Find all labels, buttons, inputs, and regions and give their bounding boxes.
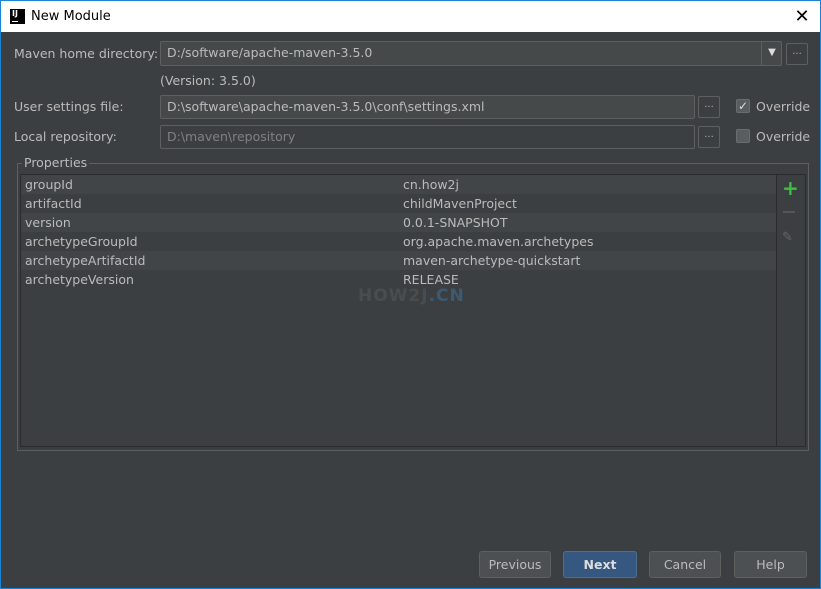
- property-key: artifactId: [25, 196, 82, 211]
- help-button[interactable]: Help: [734, 551, 807, 578]
- new-module-dialog: IJ New Module ✕ Maven home directory: D:…: [0, 0, 821, 589]
- user-settings-override-checkbox[interactable]: ✓: [736, 99, 750, 113]
- intellij-logo-icon: IJ: [10, 9, 25, 24]
- local-repo-input[interactable]: D:\maven\repository: [160, 125, 695, 149]
- table-row[interactable]: archetypeArtifactId maven-archetype-quick…: [21, 251, 776, 270]
- title-bar: IJ New Module ✕: [1, 1, 820, 32]
- property-value[interactable]: maven-archetype-quickstart: [403, 251, 580, 270]
- maven-home-combo[interactable]: D:/software/apache-maven-3.5.0: [160, 41, 782, 66]
- table-row[interactable]: archetypeGroupId org.apache.maven.archety…: [21, 232, 776, 251]
- next-button[interactable]: Next: [563, 551, 637, 578]
- property-value[interactable]: 0.0.1-SNAPSHOT: [403, 213, 508, 232]
- table-row[interactable]: artifactId childMavenProject: [21, 194, 776, 213]
- table-body: groupId cn.how2j artifactId childMavenProj…: [21, 175, 776, 289]
- local-repo-label: Local repository:: [14, 129, 117, 144]
- property-value[interactable]: org.apache.maven.archetypes: [403, 232, 593, 251]
- properties-title: Properties: [22, 155, 90, 170]
- remove-icon[interactable]: [783, 211, 795, 213]
- local-repo-browse-button[interactable]: ...: [698, 126, 720, 148]
- property-key: version: [25, 215, 71, 230]
- property-key: archetypeGroupId: [25, 234, 138, 249]
- watermark-suffix: .CN: [428, 286, 465, 306]
- table-row[interactable]: groupId cn.how2j: [21, 175, 776, 194]
- properties-table: groupId cn.how2j artifactId childMavenProj…: [20, 174, 777, 447]
- watermark: HOW2J.CN: [358, 286, 465, 306]
- add-icon[interactable]: +: [782, 176, 799, 200]
- property-value[interactable]: childMavenProject: [403, 194, 517, 213]
- edit-icon[interactable]: ✎: [782, 230, 793, 245]
- previous-button[interactable]: Previous: [479, 551, 551, 578]
- property-key: archetypeArtifactId: [25, 253, 146, 268]
- watermark-text: HOW2J: [358, 286, 429, 306]
- user-settings-label: User settings file:: [14, 99, 124, 114]
- property-value[interactable]: cn.how2j: [403, 175, 459, 194]
- chevron-down-icon[interactable]: ▼: [761, 41, 782, 66]
- table-row[interactable]: version 0.0.1-SNAPSHOT: [21, 213, 776, 232]
- cancel-button[interactable]: Cancel: [649, 551, 721, 578]
- maven-home-browse-button[interactable]: ...: [786, 43, 808, 65]
- local-repo-override-checkbox[interactable]: [736, 129, 750, 143]
- close-icon[interactable]: ✕: [792, 6, 812, 27]
- property-key: archetypeVersion: [25, 272, 134, 287]
- property-key: groupId: [25, 177, 73, 192]
- user-settings-input[interactable]: D:\software\apache-maven-3.5.0\conf\sett…: [160, 95, 695, 119]
- local-repo-override-label: Override: [756, 129, 811, 144]
- user-settings-browse-button[interactable]: ...: [698, 96, 720, 118]
- properties-toolbar: + ✎: [777, 174, 806, 447]
- user-settings-override-label: Override: [756, 99, 811, 114]
- version-note: (Version: 3.5.0): [160, 73, 256, 88]
- window-title: New Module: [31, 9, 111, 24]
- maven-home-label: Maven home directory:: [14, 46, 159, 61]
